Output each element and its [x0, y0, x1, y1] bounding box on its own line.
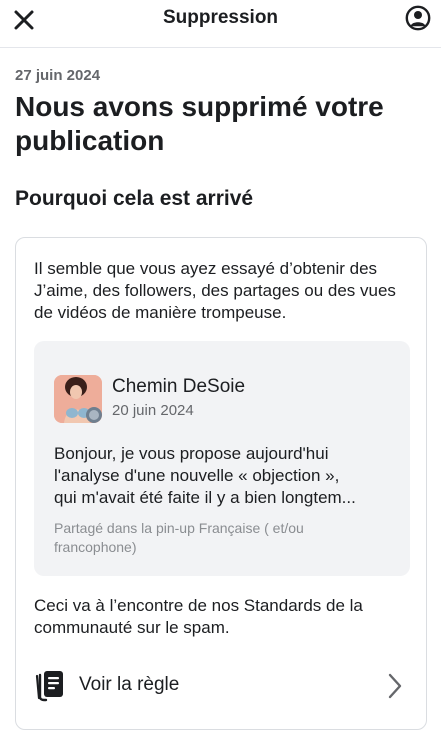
page-header-title: Suppression — [162, 7, 279, 28]
reason-card: Il semble que vous ayez essayé d’obtenir… — [15, 237, 427, 730]
post-line: l'analyse d'une nouvelle « objection », — [54, 466, 340, 485]
top-bar: Suppression — [0, 0, 441, 48]
post-date: 20 juin 2024 — [112, 402, 194, 419]
post-source: Partagé dans la pin-up Française ( et/ou… — [54, 520, 304, 555]
avatar — [54, 375, 102, 423]
notice-date: 27 juin 2024 — [15, 67, 101, 84]
chevron-right-icon — [388, 673, 402, 699]
page-title: Nous avons supprimé votre publication — [15, 91, 384, 156]
post-author: Chemin DeSoie — [112, 376, 246, 397]
rulebook-icon — [35, 671, 63, 702]
removed-post-preview[interactable]: Chemin DeSoie 20 juin 2024 Bonjour, je v… — [34, 341, 410, 576]
post-line: qui m'avait été faite il y a bien longte… — [54, 488, 356, 507]
section-title: Pourquoi cela est arrivé — [15, 187, 254, 210]
see-rule-button[interactable]: Voir la règle — [16, 658, 426, 714]
account-icon — [405, 5, 431, 31]
post-body: Bonjour, je vous propose aujourd'hui l'a… — [54, 443, 394, 509]
policy-text: Ceci va à l’encontre de nos Standards de… — [34, 596, 363, 637]
post-line: Bonjour, je vous propose aujourd'hui — [54, 444, 329, 463]
see-rule-label: Voir la règle — [79, 674, 180, 695]
account-button[interactable] — [405, 5, 431, 31]
reason-text: Il semble que vous ayez essayé d’obtenir… — [34, 259, 396, 322]
